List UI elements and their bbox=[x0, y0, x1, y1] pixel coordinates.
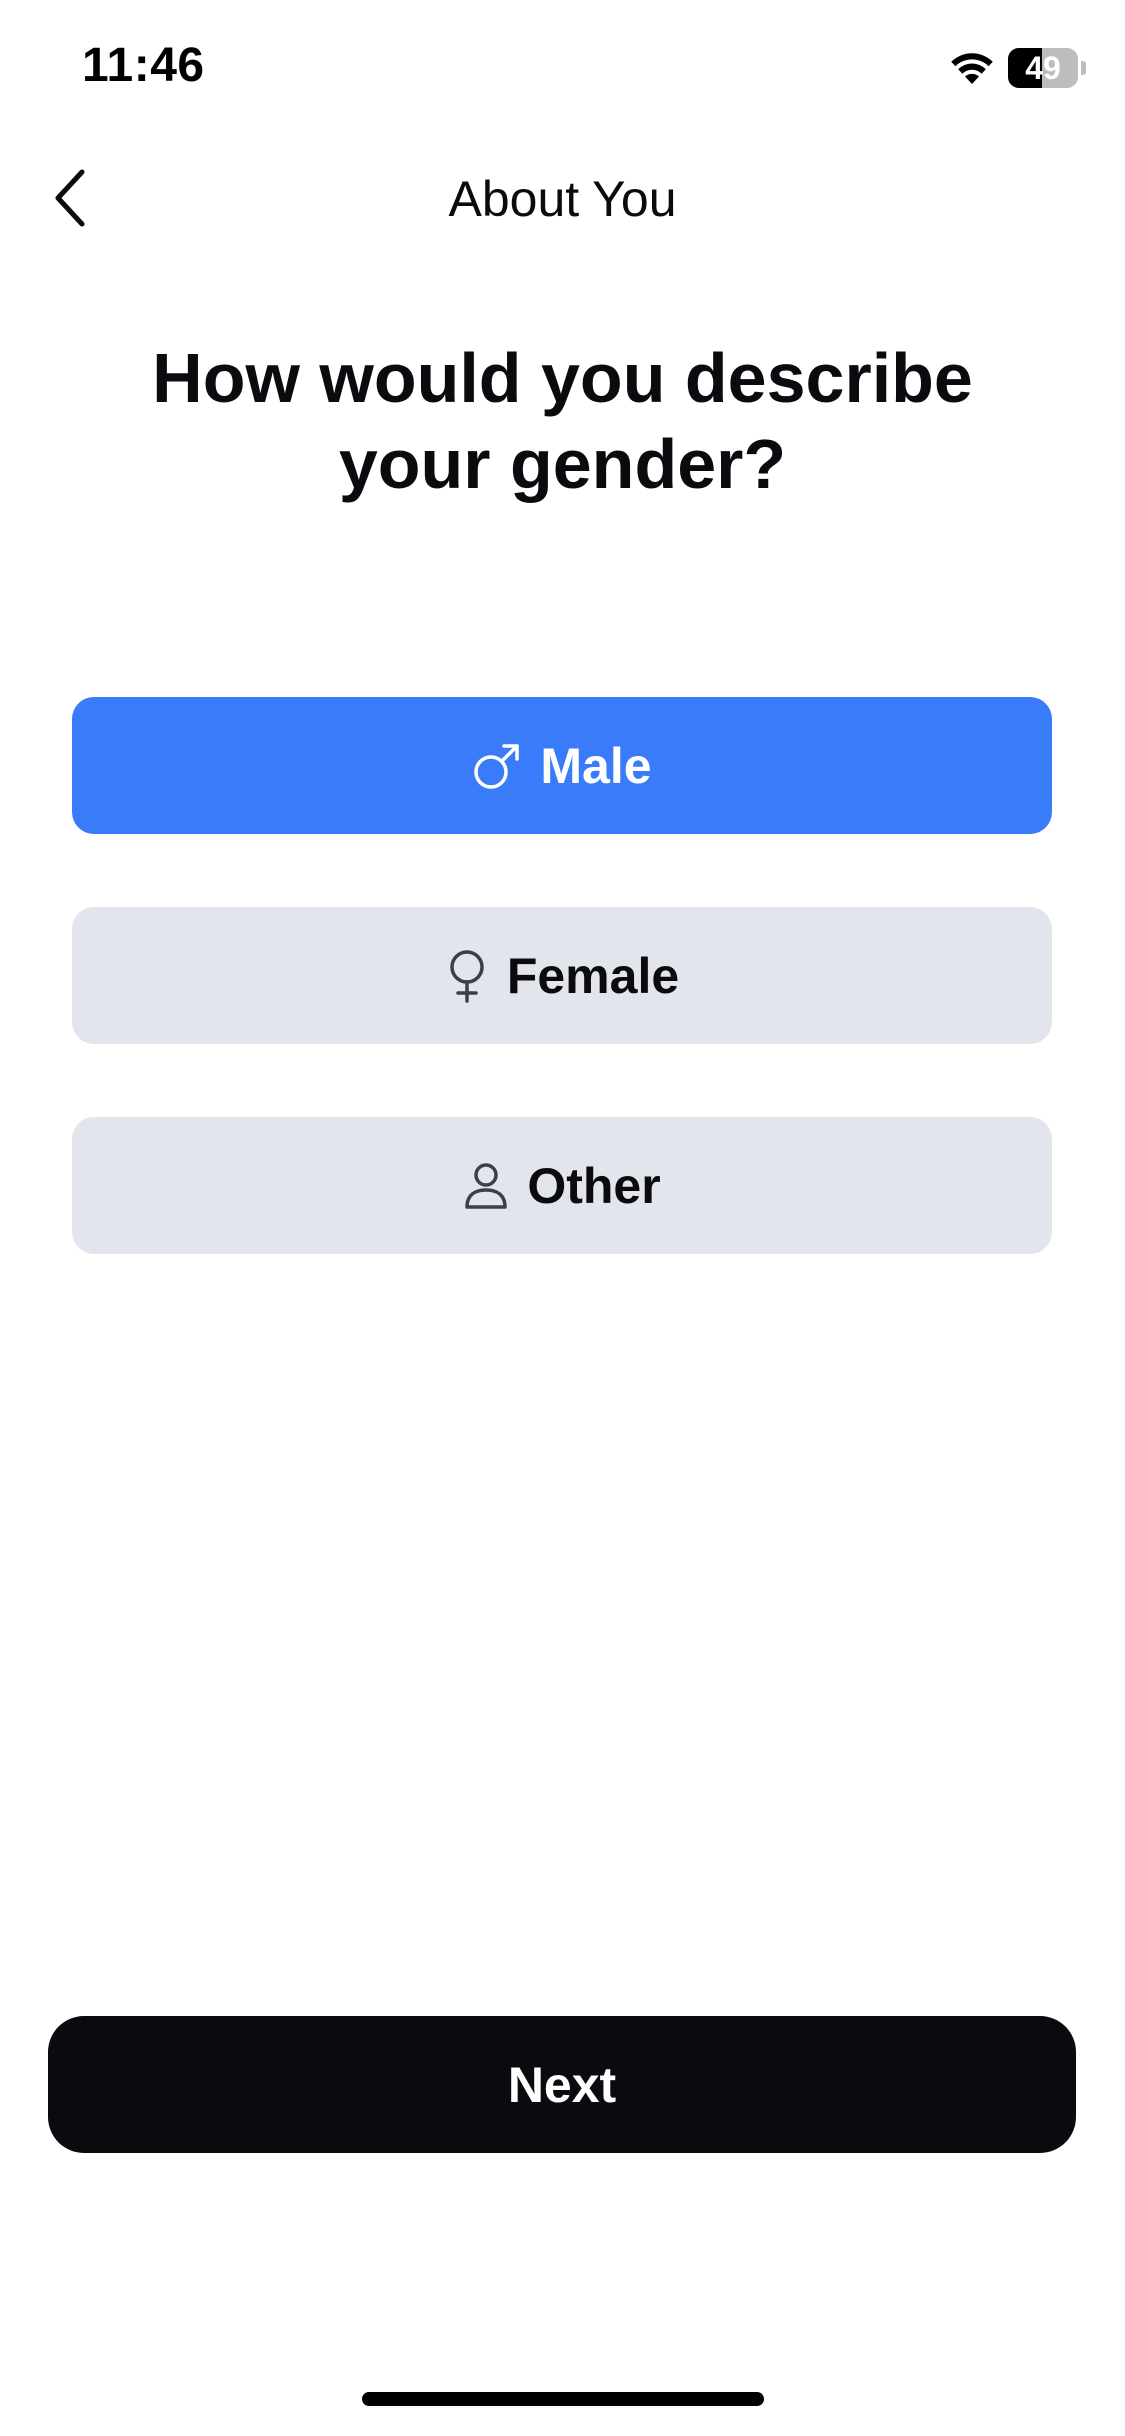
question-heading: How would you describe your gender? bbox=[152, 339, 973, 503]
battery-body: 49 bbox=[1008, 48, 1078, 88]
page-title: About You bbox=[448, 171, 677, 227]
nav-bar: About You bbox=[0, 150, 1125, 250]
wifi-icon bbox=[946, 48, 998, 86]
status-bar: 11:46 49 bbox=[0, 0, 1125, 140]
next-button[interactable]: Next bbox=[48, 2016, 1076, 2153]
female-symbol-icon bbox=[445, 949, 489, 1003]
next-button-label: Next bbox=[507, 2056, 617, 2113]
person-icon bbox=[463, 1162, 509, 1210]
option-female-button[interactable]: Female bbox=[72, 907, 1052, 1044]
male-symbol-icon bbox=[472, 741, 522, 791]
option-female-label: Female bbox=[506, 947, 680, 1004]
option-male-button[interactable]: Male bbox=[72, 697, 1052, 834]
battery-icon: 49 bbox=[1008, 48, 1088, 88]
status-time: 11:46 bbox=[82, 39, 205, 92]
option-male-label: Male bbox=[540, 737, 652, 794]
option-other-button[interactable]: Other bbox=[72, 1117, 1052, 1254]
battery-cap bbox=[1081, 61, 1086, 75]
home-indicator bbox=[362, 2392, 764, 2406]
battery-level: 49 bbox=[1025, 50, 1061, 86]
option-other-label: Other bbox=[527, 1157, 661, 1214]
